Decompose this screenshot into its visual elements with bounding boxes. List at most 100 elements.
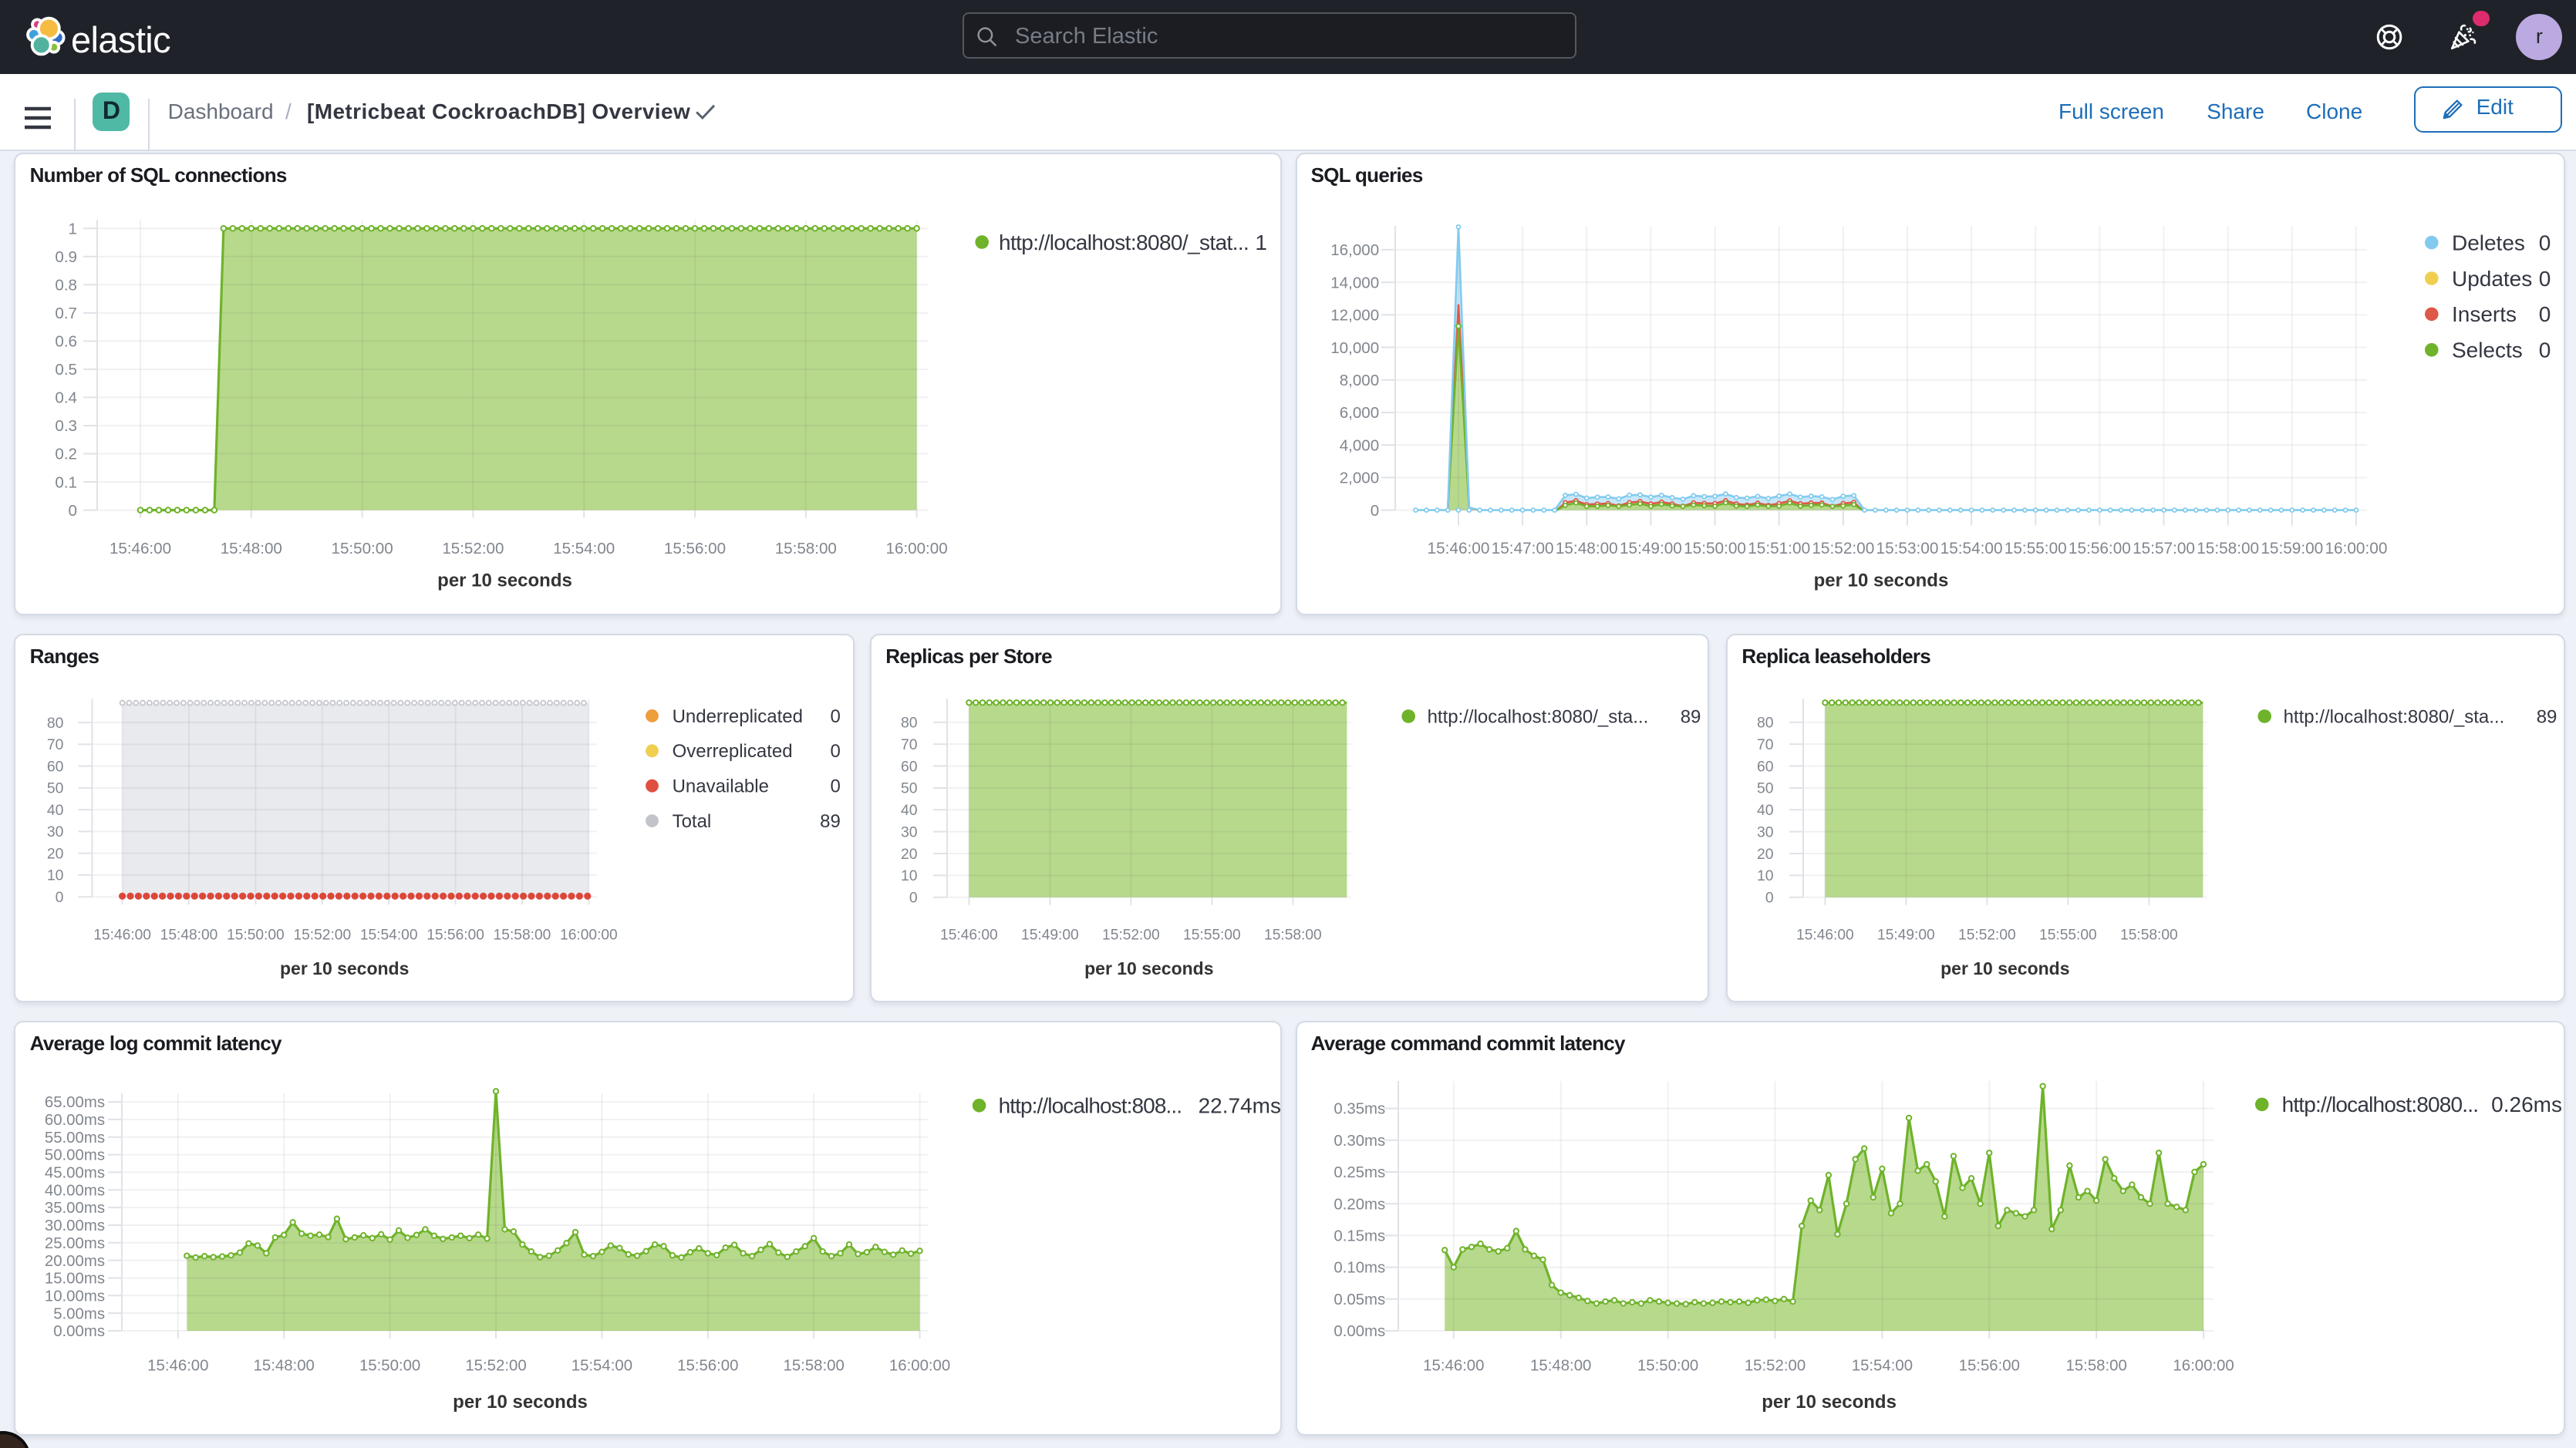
svg-text:60.00ms: 60.00ms <box>45 1112 105 1129</box>
svg-text:40: 40 <box>1757 802 1774 819</box>
svg-text:15:46:00: 15:46:00 <box>93 927 151 943</box>
svg-text:40.00ms: 40.00ms <box>45 1182 105 1199</box>
svg-text:30: 30 <box>901 823 918 840</box>
svg-text:0: 0 <box>56 889 64 906</box>
svg-text:15:53:00: 15:53:00 <box>1876 539 1938 557</box>
svg-text:2,000: 2,000 <box>1339 469 1379 487</box>
svg-text:15:48:00: 15:48:00 <box>221 539 282 557</box>
svg-text:0: 0 <box>830 776 840 796</box>
svg-text:60: 60 <box>47 758 64 775</box>
svg-text:8,000: 8,000 <box>1339 371 1379 389</box>
svg-text:35.00ms: 35.00ms <box>45 1200 105 1217</box>
svg-text:15:48:00: 15:48:00 <box>1555 539 1617 557</box>
svg-text:per 10 seconds: per 10 seconds <box>453 1392 588 1413</box>
svg-text:15:48:00: 15:48:00 <box>160 927 218 943</box>
svg-text:65.00ms: 65.00ms <box>45 1094 105 1111</box>
svg-text:15:56:00: 15:56:00 <box>2068 539 2130 557</box>
svg-text:per 10 seconds: per 10 seconds <box>1084 958 1213 978</box>
svg-text:15:55:00: 15:55:00 <box>2004 539 2066 557</box>
svg-text:15:54:00: 15:54:00 <box>572 1358 632 1375</box>
svg-text:0.7: 0.7 <box>55 304 77 322</box>
svg-text:15:48:00: 15:48:00 <box>254 1358 315 1375</box>
svg-text:16:00:00: 16:00:00 <box>560 927 618 943</box>
svg-text:Selects: Selects <box>2451 338 2522 362</box>
svg-text:15:47:00: 15:47:00 <box>1491 539 1553 557</box>
svg-text:0.3: 0.3 <box>55 416 77 434</box>
svg-text:15:58:00: 15:58:00 <box>775 539 837 557</box>
svg-text:55.00ms: 55.00ms <box>45 1130 105 1147</box>
svg-text:15:56:00: 15:56:00 <box>664 539 726 557</box>
svg-text:15:59:00: 15:59:00 <box>2260 539 2322 557</box>
svg-text:60: 60 <box>901 758 918 775</box>
svg-text:15:51:00: 15:51:00 <box>1747 539 1809 557</box>
svg-text:Inserts: Inserts <box>2451 301 2516 325</box>
svg-text:16:00:00: 16:00:00 <box>889 1358 950 1375</box>
svg-text:15:56:00: 15:56:00 <box>677 1358 738 1375</box>
svg-text:16:00:00: 16:00:00 <box>2172 1358 2233 1375</box>
svg-text:Total: Total <box>673 811 712 832</box>
svg-text:per 10 seconds: per 10 seconds <box>1813 569 1948 590</box>
svg-text:1: 1 <box>1255 230 1267 254</box>
svg-text:0.10ms: 0.10ms <box>1333 1260 1384 1277</box>
svg-text:0: 0 <box>909 889 917 906</box>
svg-text:15:52:00: 15:52:00 <box>293 927 351 943</box>
svg-text:Underreplicated: Underreplicated <box>673 705 803 726</box>
svg-text:15:50:00: 15:50:00 <box>227 927 285 943</box>
svg-text:0: 0 <box>2538 338 2551 362</box>
svg-text:15:58:00: 15:58:00 <box>2065 1358 2126 1375</box>
svg-text:Overreplicated: Overreplicated <box>673 741 793 762</box>
svg-text:per 10 seconds: per 10 seconds <box>1761 1392 1896 1413</box>
svg-text:0.05ms: 0.05ms <box>1333 1291 1384 1308</box>
svg-text:30: 30 <box>1757 823 1774 840</box>
svg-text:0.35ms: 0.35ms <box>1333 1101 1384 1118</box>
svg-text:80: 80 <box>1757 714 1774 731</box>
svg-text:30: 30 <box>47 823 64 840</box>
svg-text:16,000: 16,000 <box>1330 241 1378 258</box>
svg-text:25.00ms: 25.00ms <box>45 1235 105 1252</box>
svg-text:0: 0 <box>830 741 840 762</box>
svg-text:0.1: 0.1 <box>55 473 77 490</box>
svg-text:15:50:00: 15:50:00 <box>359 1358 420 1375</box>
svg-text:http://localhost:8080/_sta...: http://localhost:8080/_sta... <box>2283 706 2504 727</box>
svg-text:15:52:00: 15:52:00 <box>1744 1358 1805 1375</box>
svg-text:15:52:00: 15:52:00 <box>465 1358 526 1375</box>
svg-text:0.8: 0.8 <box>55 275 77 293</box>
svg-text:15:46:00: 15:46:00 <box>1422 1358 1483 1375</box>
svg-text:15:49:00: 15:49:00 <box>1877 927 1935 943</box>
svg-text:15:52:00: 15:52:00 <box>1958 927 2016 943</box>
svg-text:30.00ms: 30.00ms <box>45 1217 105 1234</box>
svg-text:1: 1 <box>69 219 77 237</box>
svg-text:per 10 seconds: per 10 seconds <box>280 958 409 978</box>
svg-text:0.25ms: 0.25ms <box>1333 1164 1384 1181</box>
svg-text:15:57:00: 15:57:00 <box>2132 539 2194 557</box>
svg-text:0: 0 <box>2538 266 2551 290</box>
svg-text:15:54:00: 15:54:00 <box>1940 539 2002 557</box>
svg-text:0.26ms: 0.26ms <box>2490 1093 2561 1116</box>
svg-text:20: 20 <box>901 845 918 862</box>
svg-text:15:50:00: 15:50:00 <box>1637 1358 1698 1375</box>
svg-text:10,000: 10,000 <box>1330 338 1378 356</box>
svg-text:http://localhost:8080/_sta...: http://localhost:8080/_sta... <box>1427 706 1648 727</box>
svg-text:70: 70 <box>47 736 64 753</box>
svg-text:15:46:00: 15:46:00 <box>940 927 998 943</box>
svg-text:0.4: 0.4 <box>55 389 77 406</box>
svg-text:16:00:00: 16:00:00 <box>2324 539 2386 557</box>
svg-text:per 10 seconds: per 10 seconds <box>437 569 572 590</box>
svg-text:60: 60 <box>1757 758 1774 775</box>
svg-text:10: 10 <box>47 867 64 884</box>
svg-text:15:50:00: 15:50:00 <box>1683 539 1745 557</box>
svg-text:50: 50 <box>47 780 64 796</box>
svg-text:50.00ms: 50.00ms <box>45 1147 105 1164</box>
svg-text:15:55:00: 15:55:00 <box>2039 927 2097 943</box>
svg-text:15:54:00: 15:54:00 <box>553 539 615 557</box>
svg-text:15:54:00: 15:54:00 <box>1851 1358 1912 1375</box>
svg-text:0.00ms: 0.00ms <box>53 1323 105 1340</box>
svg-text:15:54:00: 15:54:00 <box>360 927 418 943</box>
svg-text:15:58:00: 15:58:00 <box>494 927 551 943</box>
svg-text:Deletes: Deletes <box>2451 230 2524 254</box>
svg-text:15:58:00: 15:58:00 <box>784 1358 845 1375</box>
svg-text:50: 50 <box>1757 780 1774 796</box>
svg-text:http://localhost:8080...: http://localhost:8080... <box>2281 1093 2478 1116</box>
svg-text:0.5: 0.5 <box>55 360 77 378</box>
svg-text:http://localhost:8080/_stat...: http://localhost:8080/_stat... <box>999 230 1249 254</box>
